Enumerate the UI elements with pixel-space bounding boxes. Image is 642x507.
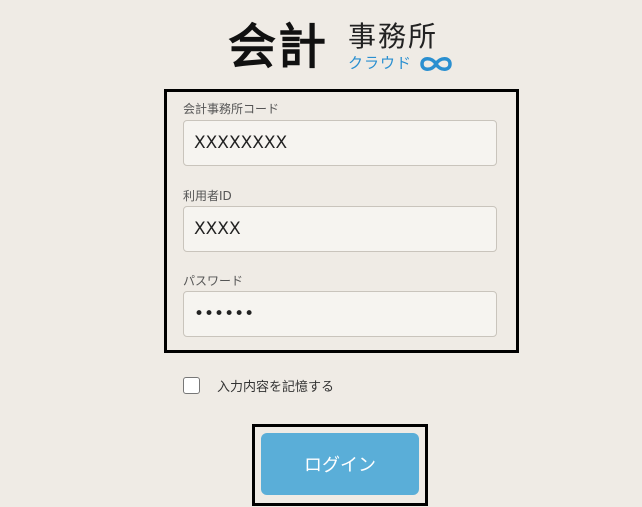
user-id-input[interactable] xyxy=(183,206,497,252)
login-button-frame: ログイン xyxy=(252,424,428,506)
login-form: 会計事務所コード 利用者ID パスワード xyxy=(164,89,519,353)
app-logo: 会計 事務所 クラウド xyxy=(228,18,458,76)
password-input[interactable] xyxy=(183,291,497,337)
logo-main-text: 会計 xyxy=(228,19,329,75)
office-code-label: 会計事務所コード xyxy=(183,102,280,116)
logo-cloud-text: クラウド xyxy=(348,54,413,72)
remember-label: 入力内容を記憶する xyxy=(217,379,335,395)
logo-sub-text: 事務所 xyxy=(348,20,439,53)
password-label: パスワード xyxy=(183,274,244,288)
infinity-icon xyxy=(420,57,452,71)
user-id-label: 利用者ID xyxy=(183,189,232,203)
remember-checkbox[interactable] xyxy=(183,376,200,394)
office-code-input[interactable] xyxy=(183,120,497,166)
remember-me[interactable]: 入力内容を記憶する xyxy=(183,375,334,395)
login-button[interactable]: ログイン xyxy=(261,433,419,495)
